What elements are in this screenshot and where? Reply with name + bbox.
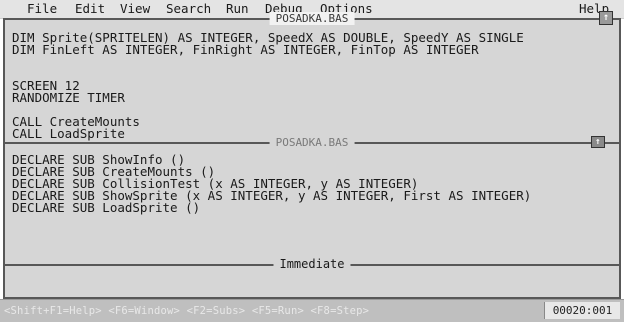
menu-search[interactable]: Search [166, 2, 211, 15]
code-line: DIM FinLeft AS INTEGER, FinRight AS INTE… [12, 42, 479, 57]
editor-window[interactable]: POSADKA.BAS ↑ DIM Sprite(SPRITELEN) AS I… [3, 11, 621, 142]
menu-view[interactable]: View [120, 2, 150, 15]
status-bar: <Shift+F1=Help> <F6=Window> <F2=Subs> <F… [0, 299, 624, 322]
menu-run[interactable]: Run [226, 2, 249, 15]
qbasic-ide: File Edit View Search Run Debug Options … [0, 0, 624, 322]
immediate-window[interactable]: Immediate [3, 258, 621, 299]
split-editor-window[interactable]: POSADKA.BAS ↑ DECLARE SUB ShowInfo () DE… [3, 136, 621, 264]
maximize-icon[interactable]: ↑ [591, 136, 605, 148]
status-help-text: <Shift+F1=Help> <F6=Window> <F2=Subs> <F… [4, 305, 370, 317]
maximize-icon[interactable]: ↑ [599, 11, 613, 25]
code-line: RANDOMIZE TIMER [12, 90, 125, 105]
immediate-window-title: Immediate [273, 258, 351, 271]
editor-code[interactable]: DIM Sprite(SPRITELEN) AS INTEGER, SpeedX… [12, 31, 524, 141]
split-window-title: POSADKA.BAS [269, 136, 355, 149]
menu-file[interactable]: File [27, 2, 57, 15]
split-editor-code[interactable]: DECLARE SUB ShowInfo () DECLARE SUB Crea… [12, 153, 531, 215]
editor-window-title: POSADKA.BAS [269, 12, 355, 25]
menu-edit[interactable]: Edit [75, 2, 105, 15]
code-line: DECLARE SUB LoadSprite () [12, 200, 201, 215]
cursor-position: 00020:001 [544, 302, 620, 319]
code-line: CALL LoadSprite [12, 126, 125, 141]
